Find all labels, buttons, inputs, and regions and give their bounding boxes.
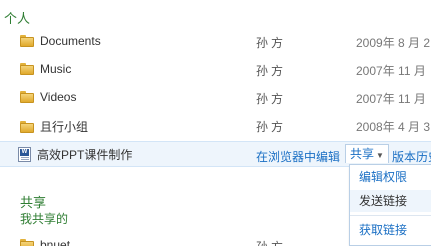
folder-icon: [20, 120, 34, 133]
file-owner: 孙方: [256, 64, 287, 78]
file-owner: 孙方: [256, 238, 286, 246]
file-name[interactable]: Music: [40, 62, 71, 76]
file-date: 2008年 4 月 3: [356, 120, 431, 134]
chevron-down-icon: ▼: [376, 151, 384, 160]
file-name[interactable]: Videos: [40, 90, 76, 104]
share-label: 共享: [350, 147, 375, 161]
folder-icon: [20, 91, 34, 103]
file-owner: 孙方: [256, 120, 287, 134]
file-name[interactable]: 且行小组: [40, 118, 88, 135]
file-name[interactable]: Documents: [40, 34, 101, 48]
section-title-personal: 个人: [4, 11, 31, 26]
share-dropdown-button[interactable]: 共享 ▼: [345, 144, 389, 163]
skydrive-file-list: 个人 Documents 孙方 2009年 8 月 2 Music 孙方 200…: [0, 0, 431, 246]
file-row-documents[interactable]: Documents 孙方 2009年 8 月 2: [0, 30, 431, 54]
menu-item-edit-permissions[interactable]: 编辑权限: [350, 166, 431, 188]
menu-item-send-link[interactable]: 发送链接: [350, 190, 431, 212]
folder-icon: [20, 63, 34, 75]
edit-in-browser-link[interactable]: 在浏览器中编辑: [256, 148, 340, 165]
folder-icon: [20, 239, 34, 246]
file-row-group[interactable]: 且行小组 孙方 2008年 4 月 3: [0, 114, 431, 138]
word-document-icon: W: [18, 147, 31, 162]
file-date: 2007年 11 月: [356, 64, 426, 78]
file-row-videos[interactable]: Videos 孙方 2007年 11 月: [0, 86, 431, 110]
file-name[interactable]: bnuet: [40, 238, 70, 246]
file-row-music[interactable]: Music 孙方 2007年 11 月: [0, 58, 431, 82]
file-owner: 孙方: [256, 36, 287, 50]
menu-item-get-link[interactable]: 获取链接: [350, 219, 431, 241]
section-subtitle-shared-by-me: 我共享的: [20, 212, 69, 226]
share-dropdown-menu: 编辑权限 发送链接 获取链接: [349, 164, 431, 246]
file-date: 2007年 11 月: [356, 92, 426, 106]
file-name[interactable]: 高效PPT课件制作: [37, 146, 132, 163]
menu-divider: [350, 215, 431, 216]
version-history-link[interactable]: 版本历史: [392, 148, 431, 165]
section-title-shared: 共享: [20, 195, 47, 210]
folder-icon: [20, 35, 34, 47]
file-owner: 孙方: [256, 92, 287, 106]
file-date: 2009年 8 月 2: [356, 36, 431, 50]
